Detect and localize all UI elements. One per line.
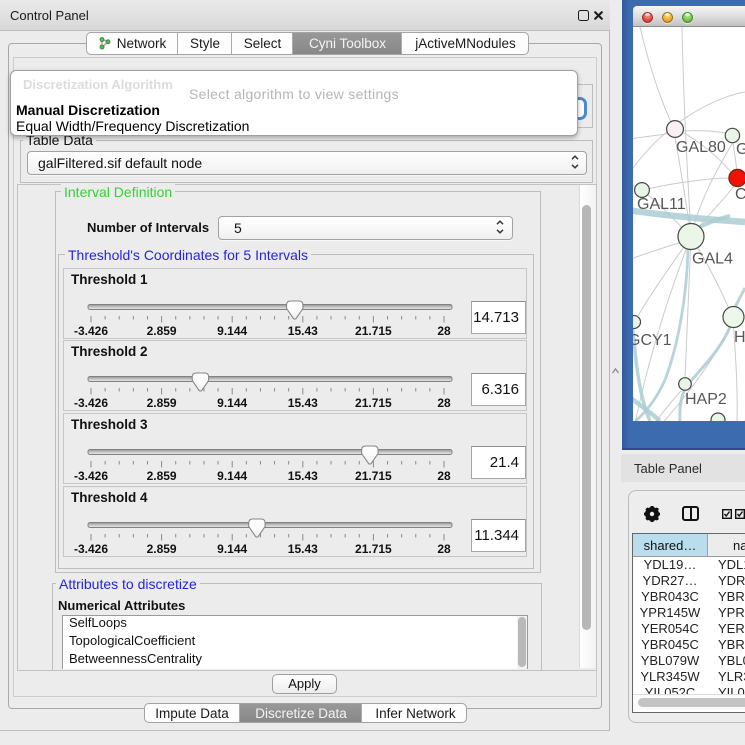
svg-text:H: H <box>734 329 745 346</box>
svg-text:GAL4: GAL4 <box>692 251 733 268</box>
svg-text:GCY1: GCY1 <box>633 332 672 349</box>
svg-text:HAP2: HAP2 <box>685 391 727 408</box>
svg-text:GA: GA <box>736 141 745 158</box>
svg-text:GAL80: GAL80 <box>676 139 726 156</box>
svg-text:GAL11: GAL11 <box>637 196 686 213</box>
svg-text:C: C <box>735 186 745 203</box>
